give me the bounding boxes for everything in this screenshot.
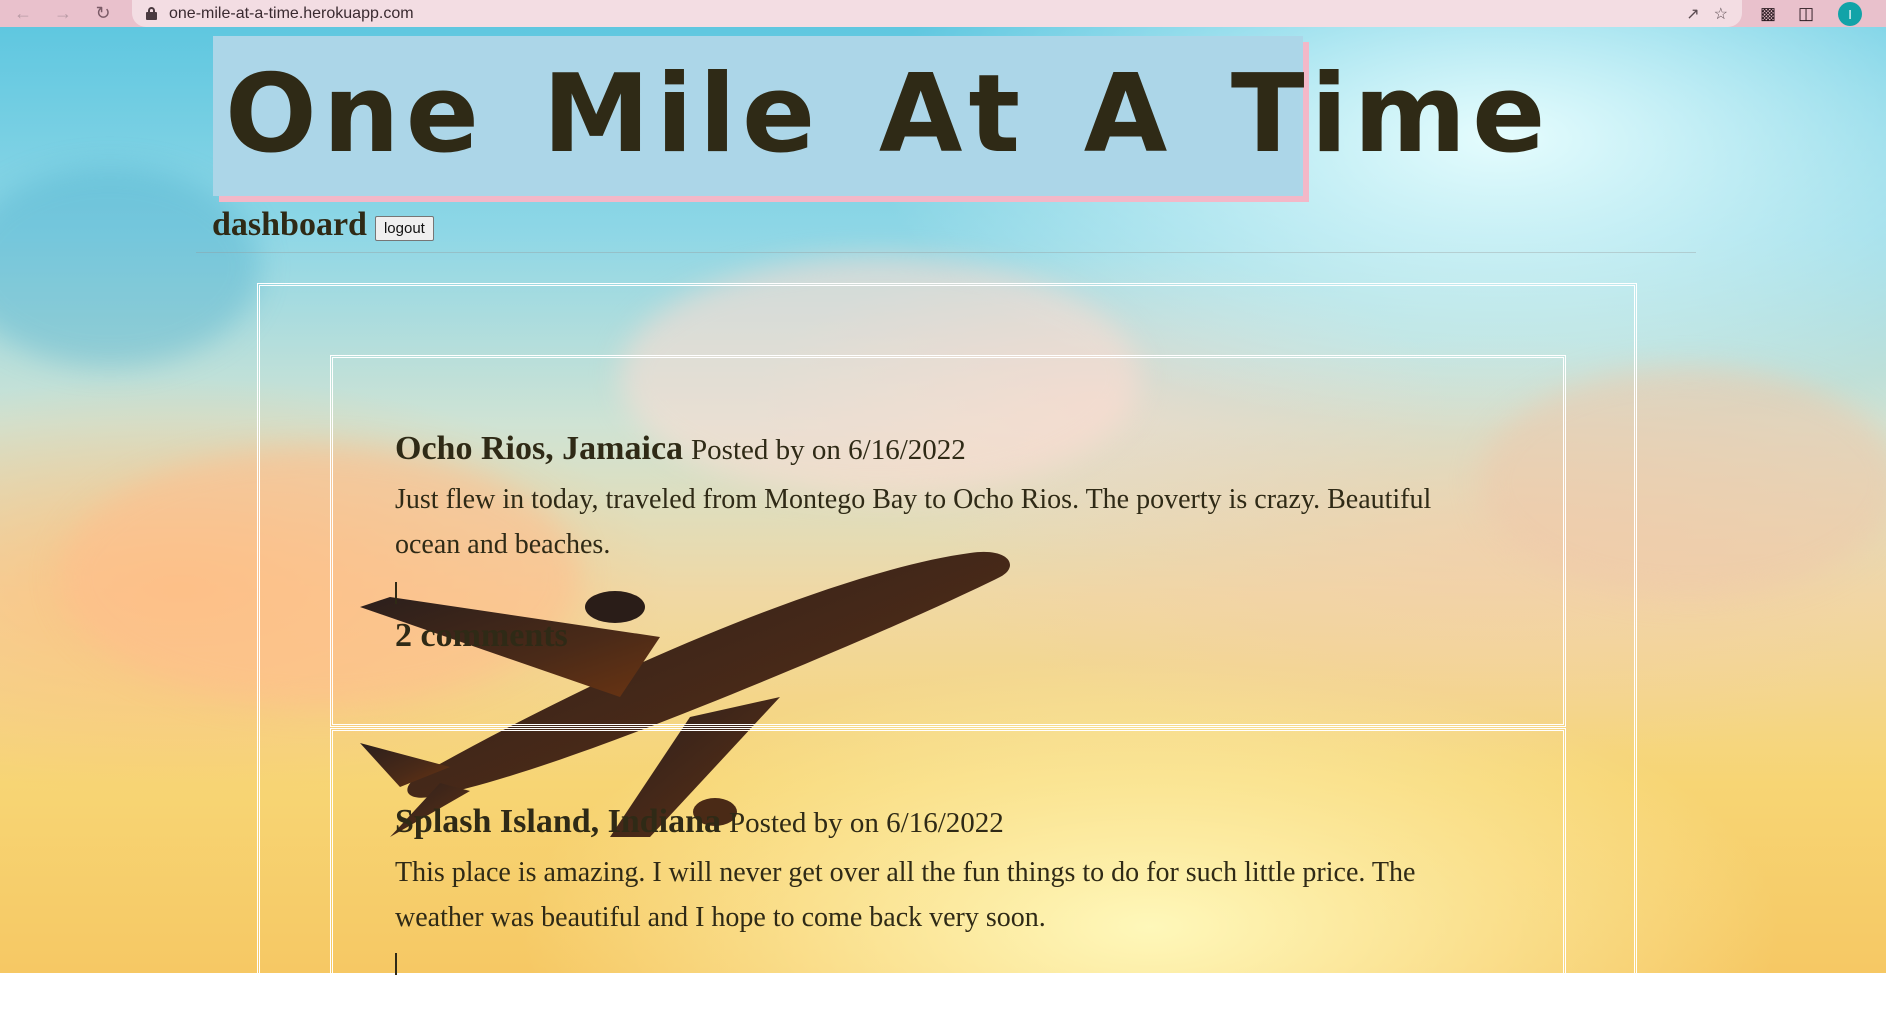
- post-meta: Posted by on 6/16/2022: [729, 807, 1004, 839]
- lock-icon[interactable]: [146, 6, 157, 21]
- cloud: [0, 167, 260, 367]
- post-header: Ocho Rios, Jamaica Posted by on 6/16/202…: [395, 430, 966, 468]
- text-cursor: [395, 953, 397, 975]
- reload-icon[interactable]: ↻: [90, 0, 116, 27]
- star-icon[interactable]: ☆: [1714, 4, 1728, 24]
- side-panel-icon[interactable]: ◫: [1798, 0, 1814, 27]
- share-icon[interactable]: ↗: [1686, 4, 1699, 24]
- forward-arrow-icon[interactable]: →: [50, 0, 76, 27]
- post-title[interactable]: Splash Island, Indiana: [395, 803, 721, 840]
- post-body: Just flew in today, traveled from Monteg…: [395, 484, 1432, 560]
- url-text[interactable]: one-mile-at-a-time.herokuapp.com: [169, 5, 414, 23]
- post-meta: Posted by on 6/16/2022: [691, 434, 966, 466]
- extensions-icon[interactable]: ▩: [1760, 0, 1776, 27]
- post-header: Splash Island, Indiana Posted by on 6/16…: [395, 803, 1004, 841]
- divider: [196, 252, 1696, 253]
- post-card[interactable]: Splash Island, Indiana Posted by on 6/16…: [330, 728, 1566, 1028]
- avatar[interactable]: I: [1838, 2, 1862, 26]
- site-title[interactable]: One Mile At A Time: [225, 50, 1551, 180]
- post-body: This place is amazing. I will never get …: [395, 857, 1416, 933]
- address-bar[interactable]: one-mile-at-a-time.herokuapp.com ↗ ☆: [132, 0, 1742, 27]
- logout-button[interactable]: logout: [374, 215, 434, 241]
- post-title[interactable]: Ocho Rios, Jamaica: [395, 430, 683, 467]
- post-card[interactable]: Ocho Rios, Jamaica Posted by on 6/16/202…: [330, 355, 1566, 727]
- dashboard-row: dashboard logout: [212, 206, 434, 244]
- text-cursor: [395, 582, 397, 604]
- back-arrow-icon[interactable]: ←: [10, 0, 36, 27]
- comments-link[interactable]: 2 comments: [395, 617, 568, 655]
- browser-toolbar: ← → ↻ one-mile-at-a-time.herokuapp.com ↗…: [0, 0, 1886, 27]
- dashboard-link[interactable]: dashboard: [212, 206, 367, 244]
